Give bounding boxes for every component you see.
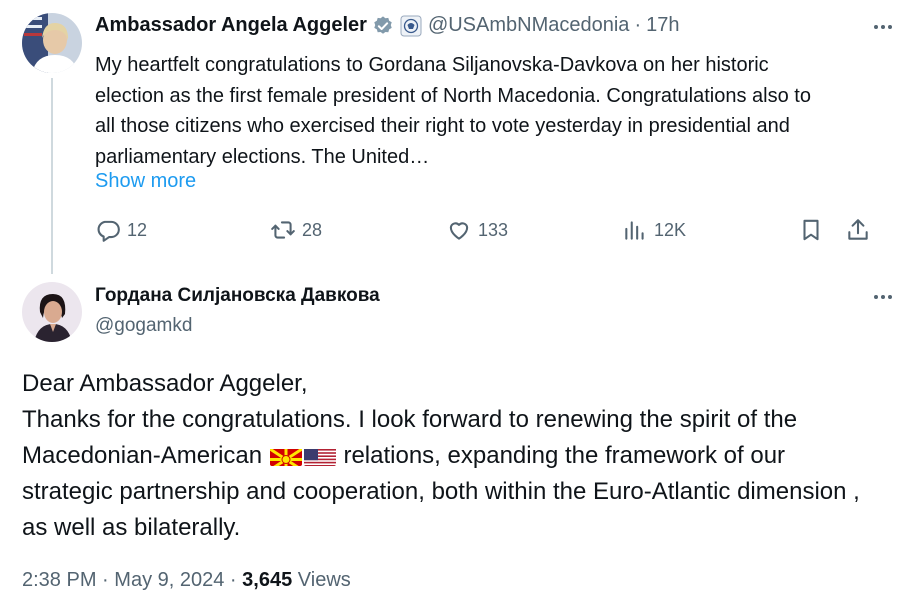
tweet-actions: 12 28 133 12K xyxy=(95,217,895,247)
reply-button[interactable]: 12 xyxy=(95,217,147,243)
repost-count: 28 xyxy=(302,219,323,240)
more-options-button[interactable] xyxy=(871,285,895,309)
show-more-link[interactable]: Show more xyxy=(95,170,196,193)
verified-badge-icon xyxy=(372,15,394,37)
views-count: 12K xyxy=(654,219,687,240)
more-options-button[interactable] xyxy=(871,15,895,39)
north-macedonia-flag-icon xyxy=(269,445,302,466)
like-button[interactable]: 133 xyxy=(446,217,508,243)
post-time[interactable]: 2:38 PM xyxy=(22,569,96,591)
reply-text: Dear Ambassador Aggeler, Thanks for the … xyxy=(22,366,882,546)
repost-button[interactable]: 28 xyxy=(270,217,322,243)
repost-icon xyxy=(271,221,295,239)
views-label: Views xyxy=(297,569,351,591)
bookmark-button[interactable] xyxy=(798,217,824,243)
tweet-header: Ambassador Angela Aggeler @USAmbNMacedon… xyxy=(95,14,679,37)
author-handle[interactable]: @gogamkd xyxy=(95,315,192,337)
share-icon xyxy=(848,219,868,240)
views-button[interactable]: 12K xyxy=(622,217,686,243)
separator-dot: · xyxy=(634,14,642,36)
separator-dot: · xyxy=(229,569,237,591)
author-handle[interactable]: @USAmbNMacedonia xyxy=(428,14,630,37)
reply-count: 12 xyxy=(127,219,148,240)
views-total[interactable]: 3,645 xyxy=(242,569,292,591)
author-name[interactable]: Ambassador Angela Aggeler xyxy=(95,14,367,37)
us-flag-icon xyxy=(303,445,336,466)
separator-dot: · xyxy=(102,569,109,591)
avatar[interactable] xyxy=(22,282,82,342)
thread-connector-line xyxy=(51,78,53,274)
bookmark-icon xyxy=(803,219,819,241)
reply-icon xyxy=(97,220,120,242)
reply-paragraph: Thanks for the congratulations. I look f… xyxy=(22,402,882,546)
tweet-text: My heartfelt congratulations to Gordana … xyxy=(95,54,811,168)
like-count: 133 xyxy=(478,219,509,240)
heart-icon xyxy=(449,222,469,240)
post-date[interactable]: May 9, 2024 xyxy=(114,569,224,591)
tweet-meta: 2:38 PM · May 9, 2024 · 3,645 Views xyxy=(22,569,351,592)
reply-greeting: Dear Ambassador Aggeler, xyxy=(22,370,308,397)
share-button[interactable] xyxy=(845,217,871,243)
analytics-icon xyxy=(625,221,644,240)
government-seal-icon xyxy=(400,15,422,37)
author-name[interactable]: Гордана Силјановска Давкова xyxy=(95,285,380,307)
avatar[interactable] xyxy=(22,13,82,73)
tweet-time[interactable]: 17h xyxy=(646,14,679,37)
